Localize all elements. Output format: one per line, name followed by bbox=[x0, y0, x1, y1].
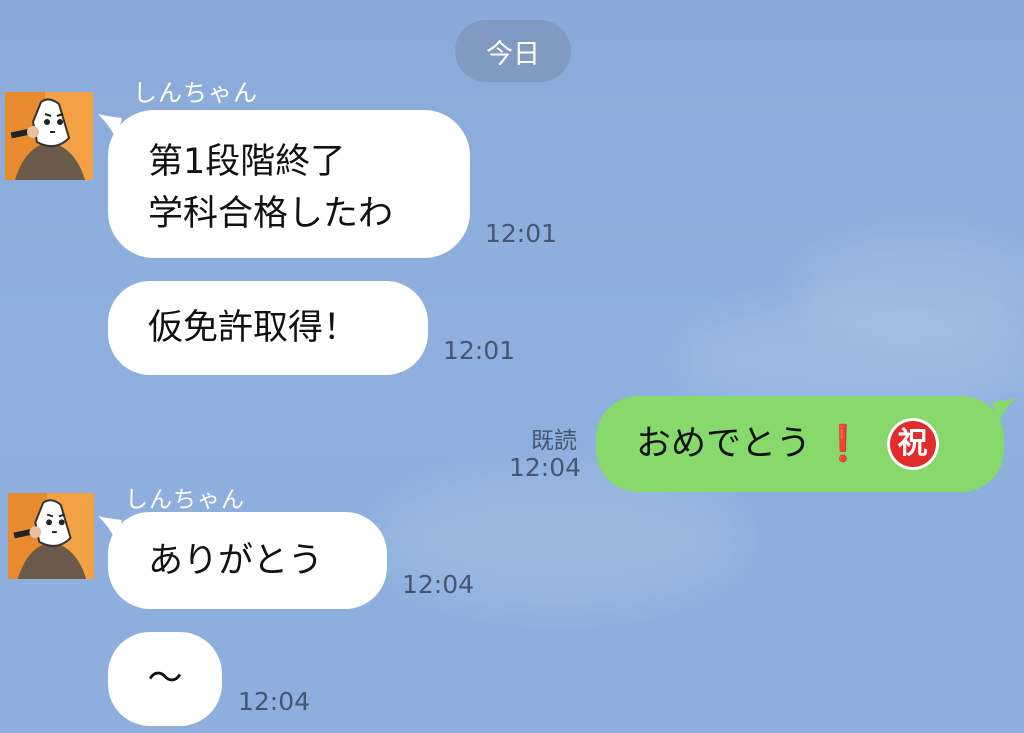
message-time: 12:01 bbox=[443, 336, 516, 365]
message-text: おめでとう bbox=[636, 424, 812, 464]
message-text: 仮免許取得！ bbox=[148, 308, 359, 348]
message-bubble[interactable]: 〜 bbox=[108, 632, 222, 726]
message-bubble[interactable]: ありがとう bbox=[108, 512, 387, 609]
exclamation-icon: ❗ bbox=[821, 424, 865, 464]
message-bubble[interactable]: 第1段階終了 学科合格したわ bbox=[108, 110, 470, 258]
bubble-tail bbox=[992, 398, 1016, 424]
message-bubble[interactable]: 仮免許取得！ bbox=[108, 281, 428, 375]
sender-name: しんちゃん bbox=[133, 79, 258, 107]
message-text: 〜 bbox=[147, 659, 183, 699]
message-line: 学科合格したわ bbox=[148, 194, 394, 234]
avatar-face-icon bbox=[8, 493, 94, 579]
avatar[interactable] bbox=[8, 493, 94, 579]
avatar-face-icon bbox=[5, 92, 93, 180]
read-receipt: 既読 bbox=[531, 428, 577, 454]
message-line: 第1段階終了 bbox=[148, 142, 346, 182]
message-time: 12:04 bbox=[509, 453, 582, 482]
message-time: 12:04 bbox=[402, 570, 475, 599]
sender-name: しんちゃん bbox=[125, 487, 245, 513]
date-separator: 今日 bbox=[455, 20, 571, 82]
background-cloud bbox=[800, 230, 1024, 350]
message-text: ありがとう bbox=[148, 540, 324, 581]
message-time: 12:04 bbox=[238, 687, 311, 716]
outgoing-message-bubble[interactable]: おめでとう ❗ 祝 bbox=[596, 396, 1004, 492]
celebration-stamp-icon: 祝 bbox=[886, 418, 939, 470]
message-time: 12:01 bbox=[485, 219, 558, 248]
avatar[interactable] bbox=[5, 92, 93, 180]
